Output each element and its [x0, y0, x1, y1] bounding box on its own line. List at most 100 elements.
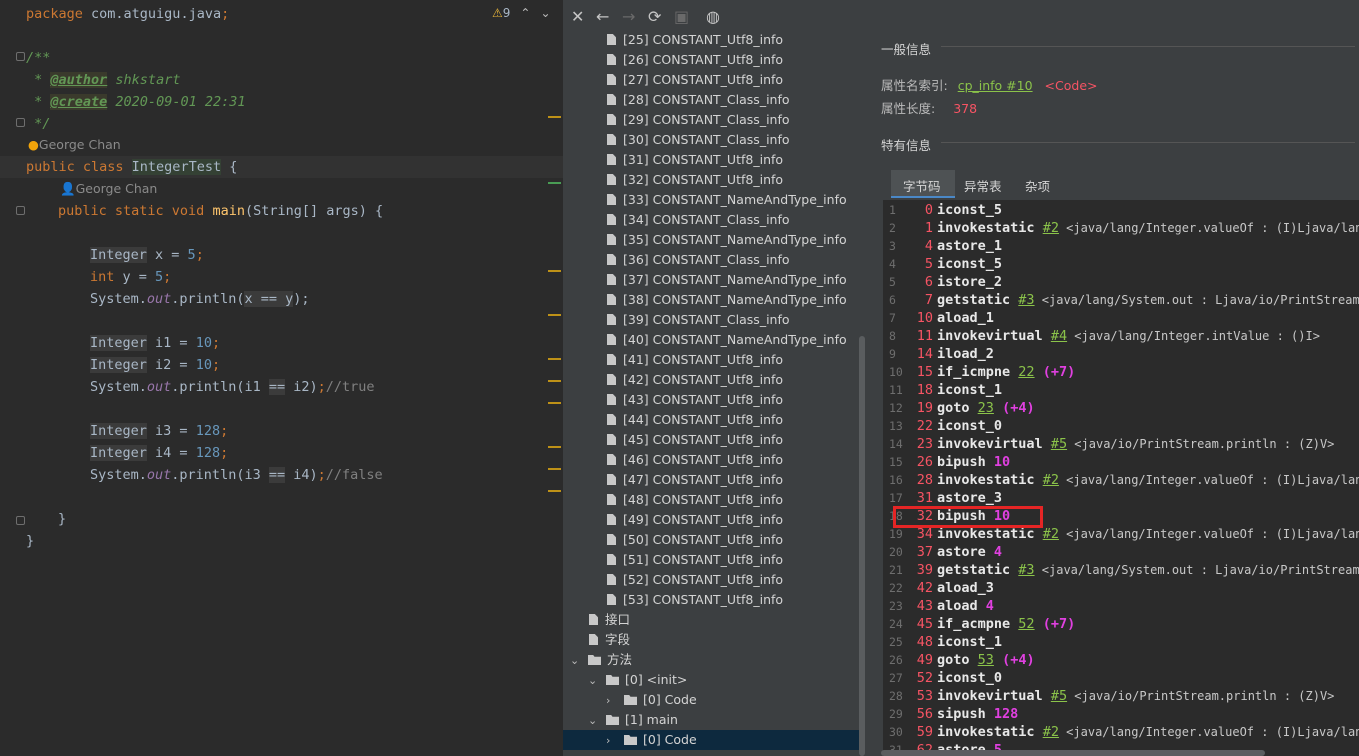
tree-node-constant[interactable]: [45] CONSTANT_Utf8_info — [607, 430, 783, 450]
constant-ref-link[interactable]: #2 — [1043, 220, 1059, 236]
close-icon[interactable]: ✕ — [571, 7, 584, 26]
save-icon[interactable]: ▣ — [674, 7, 689, 26]
tree-node-constant[interactable]: [26] CONSTANT_Utf8_info — [607, 50, 783, 70]
refresh-icon[interactable]: ⟳ — [648, 7, 661, 26]
chevron-down-icon[interactable]: ⌄ — [570, 651, 580, 671]
chevron-right-icon[interactable]: › — [606, 691, 616, 711]
opcode: invokestatic — [937, 526, 1035, 542]
tree-node-constant[interactable]: [41] CONSTANT_Utf8_info — [607, 350, 783, 370]
tree-node-constant[interactable]: [47] CONSTANT_Utf8_info — [607, 470, 783, 490]
warning-marker[interactable] — [548, 380, 561, 382]
bytecode-offset: 6 — [924, 274, 933, 290]
operand-description: <java/lang/Integer.valueOf : (I)Ljava/la… — [1058, 527, 1359, 541]
code-editor[interactable]: ⚠9 ⌃ ⌄ package com.atguigu.java; /** * @au… — [0, 0, 563, 756]
tree-node-constant[interactable]: [51] CONSTANT_Utf8_info — [607, 550, 783, 570]
author-hint[interactable]: 👤George Chan — [60, 181, 157, 197]
file-icon — [607, 194, 616, 205]
tree-node-method-init[interactable]: ⌄ [0] <init> — [588, 670, 687, 690]
tree-node-constant[interactable]: [42] CONSTANT_Utf8_info — [607, 370, 783, 390]
tree-node-constant[interactable]: [40] CONSTANT_NameAndType_info — [607, 330, 847, 350]
tab-misc-label[interactable]: 杂项 — [1025, 176, 1050, 195]
change-marker[interactable] — [548, 182, 561, 184]
tree-node-constant[interactable]: [44] CONSTANT_Utf8_info — [607, 410, 783, 430]
bytecode-listing[interactable]: 1 0 iconst_5 2 1 invokestatic #2 <java/lang/I… — [883, 200, 1359, 756]
author-hint[interactable]: ●George Chan — [28, 137, 121, 152]
tree-node-constant[interactable]: [32] CONSTANT_Utf8_info — [607, 170, 783, 190]
constant-ref-link[interactable]: #2 — [1043, 526, 1059, 542]
warning-marker[interactable] — [548, 446, 561, 448]
length-value: 378 — [953, 101, 978, 116]
chevron-down-icon[interactable]: ⌄ — [588, 671, 598, 691]
warning-marker[interactable] — [548, 116, 561, 118]
tree-node-constant[interactable]: [35] CONSTANT_NameAndType_info — [607, 230, 847, 250]
bytecode-horizontal-scrollbar[interactable] — [881, 750, 1265, 756]
chevron-right-icon[interactable]: › — [606, 731, 616, 751]
chevron-down-icon[interactable]: ⌄ — [540, 6, 550, 20]
tab-bytecode-label[interactable]: 字节码 — [903, 176, 941, 195]
back-arrow-icon[interactable]: ← — [596, 7, 609, 26]
fold-marker[interactable] — [16, 516, 25, 525]
opcode: sipush — [937, 706, 986, 722]
warning-marker[interactable] — [548, 402, 561, 404]
warning-marker[interactable] — [548, 270, 561, 272]
bytecode-offset: 19 — [916, 400, 933, 416]
chevron-down-icon[interactable]: ⌄ — [588, 711, 598, 731]
tree-node-constant[interactable]: [46] CONSTANT_Utf8_info — [607, 450, 783, 470]
tree-node-constant[interactable]: [49] CONSTANT_Utf8_info — [607, 510, 783, 530]
tree-node-constant[interactable]: [31] CONSTANT_Utf8_info — [607, 150, 783, 170]
constant-ref-link[interactable]: 52 — [1018, 616, 1034, 632]
tree-node-methods[interactable]: ⌄ 方法 — [570, 650, 632, 670]
tree-scrollbar[interactable] — [859, 336, 865, 756]
constant-ref-link[interactable]: 22 — [1018, 364, 1034, 380]
constant-ref-link[interactable]: #4 — [1051, 328, 1067, 344]
warnings-indicator[interactable]: ⚠9 ⌃ ⌄ — [492, 6, 551, 20]
tree-node-constant[interactable]: [33] CONSTANT_NameAndType_info — [607, 190, 847, 210]
tree-node-constant[interactable]: [52] CONSTANT_Utf8_info — [607, 570, 783, 590]
bytecode-line: 8 11 invokevirtual #4 <java/lang/Integer.i… — [883, 327, 1320, 345]
tree-node-constant[interactable]: [39] CONSTANT_Class_info — [607, 310, 790, 330]
tree-node-constant[interactable]: [28] CONSTANT_Class_info — [607, 90, 790, 110]
fold-marker[interactable] — [16, 118, 25, 127]
constant-ref-link[interactable]: #3 — [1018, 292, 1034, 308]
tree-node-constant[interactable]: [25] CONSTANT_Utf8_info — [607, 30, 783, 50]
fold-marker[interactable] — [16, 52, 25, 61]
tree-node-constant[interactable]: [38] CONSTANT_NameAndType_info — [607, 290, 847, 310]
tree-node-constant[interactable]: [43] CONSTANT_Utf8_info — [607, 390, 783, 410]
tree-node-interfaces[interactable]: 接口 — [589, 610, 630, 630]
tree-node-constant[interactable]: [29] CONSTANT_Class_info — [607, 110, 790, 130]
tree-node-fields[interactable]: 字段 — [589, 630, 630, 650]
constant-ref-link[interactable]: #5 — [1051, 436, 1067, 452]
tree-node-constant[interactable]: [53] CONSTANT_Utf8_info — [607, 590, 783, 610]
forward-arrow-icon[interactable]: → — [622, 7, 635, 26]
tree-node-constant[interactable]: [50] CONSTANT_Utf8_info — [607, 530, 783, 550]
fold-marker[interactable] — [16, 206, 25, 215]
class-structure-tree[interactable]: ✕ ← → ⟳ ▣ ◍ [25] CONSTANT_Utf8_info [26] … — [563, 0, 869, 756]
tree-node-init-code[interactable]: › [0] Code — [606, 690, 697, 710]
warning-marker[interactable] — [548, 468, 561, 470]
warning-marker[interactable] — [548, 358, 561, 360]
tree-node-constant[interactable]: [37] CONSTANT_NameAndType_info — [607, 270, 847, 290]
line-number: 13 — [889, 419, 903, 433]
tree-node-constant[interactable]: [34] CONSTANT_Class_info — [607, 210, 790, 230]
divider — [941, 142, 1355, 143]
constant-ref-link[interactable]: #2 — [1043, 472, 1059, 488]
operand-value: 4 — [993, 544, 1003, 560]
tree-node-main-code[interactable]: › [0] Code — [563, 730, 859, 750]
tree-node-constant[interactable]: [30] CONSTANT_Class_info — [607, 130, 790, 150]
tree-node-constant[interactable]: [36] CONSTANT_Class_info — [607, 250, 790, 270]
chevron-up-icon[interactable]: ⌃ — [520, 6, 530, 20]
constant-ref-link[interactable]: 53 — [978, 652, 994, 668]
constant-ref-link[interactable]: #3 — [1018, 562, 1034, 578]
tree-node-constant[interactable]: [48] CONSTANT_Utf8_info — [607, 490, 783, 510]
warning-marker[interactable] — [548, 490, 561, 492]
globe-icon[interactable]: ◍ — [706, 7, 720, 26]
code-line-package: package com.atguigu.java; — [26, 6, 230, 22]
tab-exceptions-label[interactable]: 异常表 — [964, 176, 1002, 195]
cp-info-link[interactable]: cp_info #10 — [958, 78, 1033, 93]
tree-node-constant[interactable]: [27] CONSTANT_Utf8_info — [607, 70, 783, 90]
constant-ref-link[interactable]: 23 — [978, 400, 994, 416]
tree-node-method-main[interactable]: ⌄ [1] main — [588, 710, 678, 730]
warning-marker[interactable] — [548, 314, 561, 316]
constant-ref-link[interactable]: #5 — [1051, 688, 1067, 704]
constant-ref-link[interactable]: #2 — [1043, 724, 1059, 740]
